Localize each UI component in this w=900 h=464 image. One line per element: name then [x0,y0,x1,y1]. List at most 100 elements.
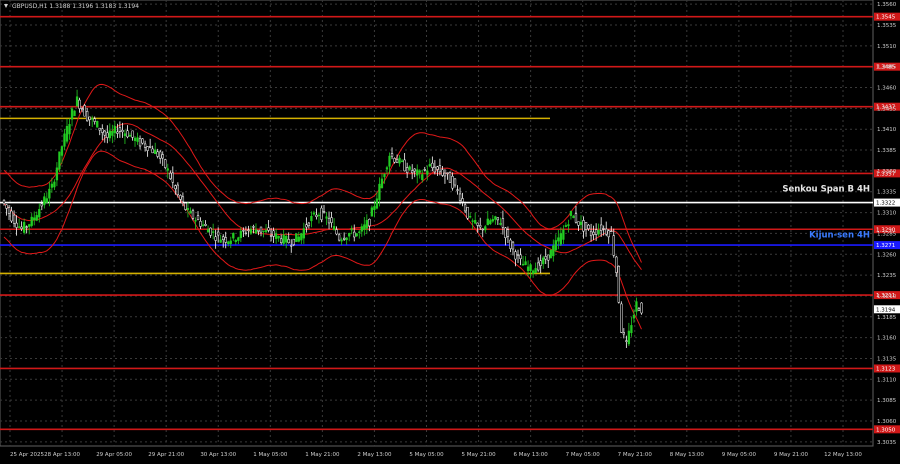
candle-body [625,340,628,342]
candle-body [257,230,260,232]
candle-body [43,196,46,206]
candle-body [519,254,522,259]
candle-body [73,110,76,117]
candle-body [60,146,64,156]
candle-body [521,263,525,266]
candle-body [617,265,620,303]
candle-body [88,116,91,120]
candle-body [282,234,285,244]
candle-body [123,133,127,137]
candle-body [315,214,318,217]
candle-body [637,308,641,311]
candle-body [96,120,99,128]
candle-body [194,220,197,222]
candle-body [539,260,542,266]
candle-body [209,227,212,236]
candle-body [370,207,374,217]
candle-body [393,158,396,163]
candle-body [403,159,406,172]
candle-body [280,238,283,243]
candle-body [65,126,69,142]
y-tick-label: 1.3460 [877,86,897,92]
candle-body [453,178,457,186]
candle-body [179,195,182,200]
candle-body [295,233,298,242]
y-tick-label: 1.3485 [877,65,897,71]
candle-body [40,203,43,207]
candle-body [274,233,278,240]
candle-body [395,159,399,164]
candle-body [554,240,557,251]
candle-body [249,229,253,234]
candle-body [312,212,316,215]
candle-body [121,129,124,133]
candle-body [605,228,608,235]
candle-body [128,134,132,137]
candle-body [143,143,147,148]
y-tick-label: 3.3035 [877,440,897,446]
candle-body [234,240,237,243]
candle-body [481,228,484,231]
level-price-label: 1.3322 [876,201,895,207]
candle-body [151,148,154,154]
candle-body [247,229,250,231]
candle-body [262,230,265,232]
candle-body [111,131,114,136]
candle-body [587,224,590,230]
candle-body [547,254,550,261]
candle-body [35,215,38,221]
candle-body [23,222,26,233]
candle-body [635,301,638,312]
candle-body [383,174,386,178]
candle-body [305,224,308,228]
chart-svg: 1.35451.34851.34371.33571.33221.32901.32… [0,0,900,458]
candle-body [594,229,598,235]
candle-body [526,266,530,272]
candle-body [353,231,356,238]
candle-body [494,216,497,220]
candle-body [113,126,117,134]
candle-body [201,224,205,226]
y-tick-label: 1.3435 [877,106,897,112]
candle-body [222,236,225,240]
y-tick-label: 1.3410 [877,127,897,133]
candle-body [300,233,303,241]
y-tick-label: 1.3260 [877,252,897,258]
candle-body [345,237,348,241]
candle-body [307,222,311,227]
candle-body [516,254,520,256]
candle-body [365,220,368,229]
candle-body [101,128,104,133]
y-tick-label: 1.3235 [877,273,897,279]
candle-body [552,245,555,257]
candle-body [146,146,149,151]
candle-body [451,176,454,189]
candle-body [491,219,494,222]
y-tick-label: 1.3085 [877,398,897,404]
candle-body [355,233,358,237]
candle-body [259,226,263,233]
candle-body [489,220,492,225]
candle-body [600,224,603,231]
candle-body [501,218,505,228]
candle-body [161,154,164,159]
candle-body [80,108,84,111]
candle-body [348,233,351,237]
candle-body [398,157,401,164]
candle-body [116,131,119,134]
y-tick-label: 1.3185 [877,315,897,321]
x-tick-label: 2 May 13:00 [357,452,392,458]
candle-body [317,214,321,217]
candle-body [70,108,74,120]
candle-body [582,220,585,232]
candle-body [204,223,207,226]
candle-body [264,230,268,233]
x-tick-label: 5 May 21:00 [461,452,496,458]
candle-body [48,188,51,199]
candle-body [191,210,195,219]
candle-body [537,262,540,271]
candle-body [133,137,137,141]
candle-body [431,162,434,168]
candle-body [58,151,61,170]
candle-body [589,230,593,237]
